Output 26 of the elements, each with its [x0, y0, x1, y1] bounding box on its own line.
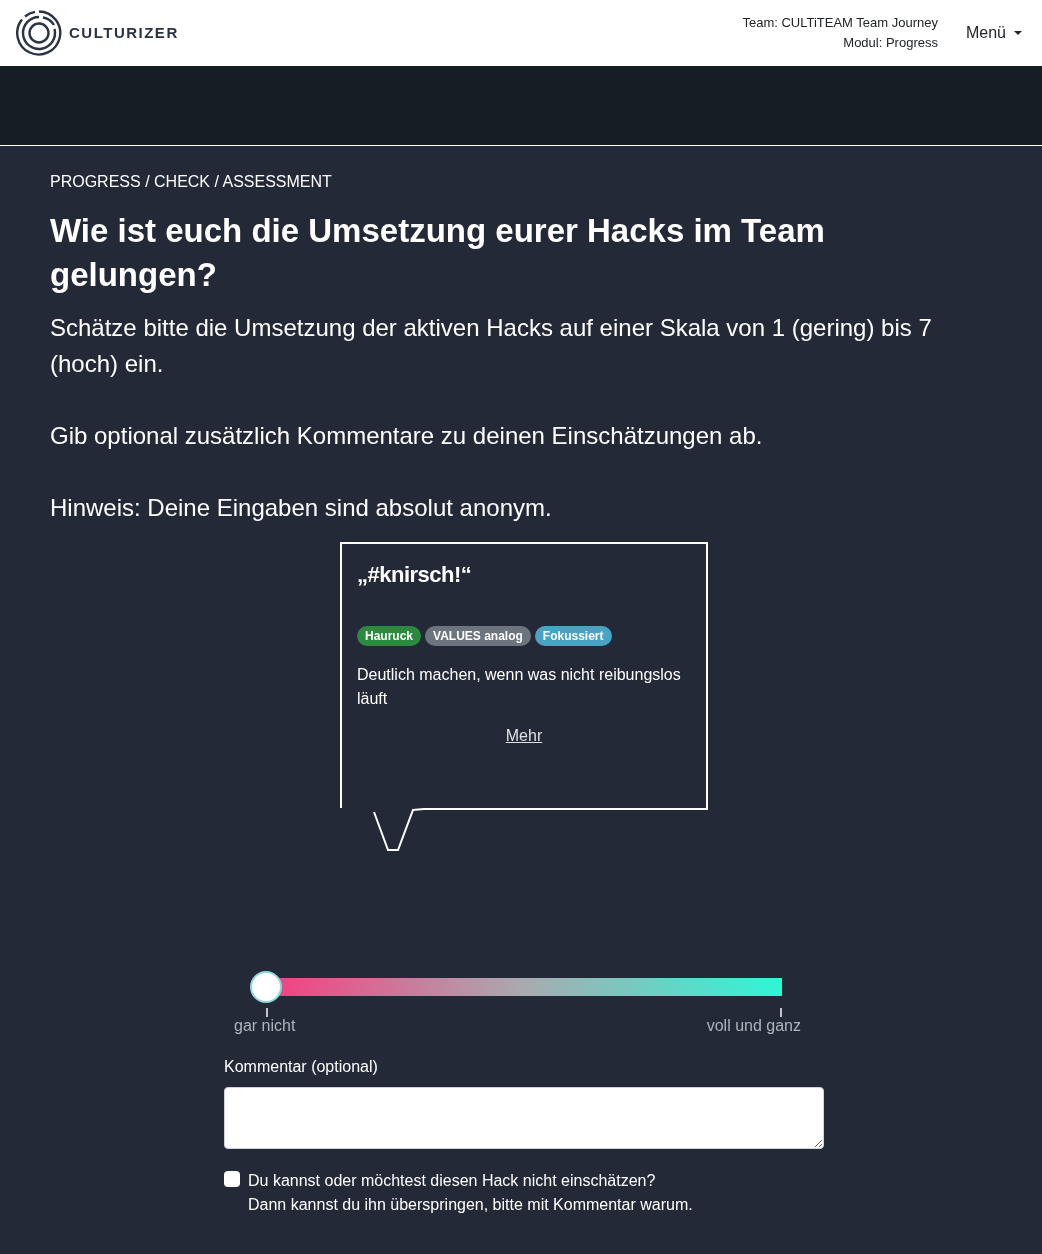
instruction-text: Hinweis: Deine Eingaben sind absolut anonym.	[50, 493, 553, 523]
tick-mark	[266, 1008, 268, 1017]
hack-title: „#knirsch!“	[357, 562, 473, 588]
caret-icon	[1014, 31, 1022, 35]
instruction-text: Gib optional zusätzlich Kommentare zu deinen Einschätzungen ab.	[50, 421, 764, 451]
hack-description: Deutlich machen, wenn was nicht reibungslos läuft	[357, 665, 682, 709]
tag: Fokussiert	[534, 626, 612, 646]
comment-field[interactable]	[224, 1087, 824, 1149]
scale-min-label: gar nicht	[234, 1017, 296, 1035]
more-link[interactable]: Mehr	[505, 726, 543, 746]
instruction-text: Schätze bitte die Umsetzung der aktiven Hacks auf einer Skala von 1 (gering) bis 7 (hoch) ein.	[50, 313, 933, 379]
tag: Hauruck	[357, 626, 422, 646]
module-name: Modul: Progress	[843, 34, 938, 52]
team-name: Team: CULTiTEAM Team Journey	[742, 14, 938, 32]
brand-name: CULTURIZER	[69, 22, 179, 43]
scale-max-label: voll und ganz	[706, 1017, 801, 1035]
skip-checkbox[interactable]	[224, 1171, 240, 1187]
slider-thumb[interactable]	[250, 971, 282, 1003]
logo-rings-icon	[16, 10, 62, 56]
breadcrumb: PROGRESS / CHECK / ASSESSMENT	[50, 172, 333, 192]
menu-button[interactable]: Menü	[965, 15, 1022, 51]
tag: VALUES analog	[425, 626, 531, 646]
skip-label: Du kannst oder möchtest diesen Hack nicht einschätzen? Dann kannst du ihn überspringen, bitte mit Kommentar warum.	[248, 1171, 693, 1215]
tick-mark	[780, 1008, 782, 1017]
comment-label: Kommentar (optional)	[224, 1057, 379, 1077]
page-heading: Wie ist euch die Umsetzung eurer Hacks im Team gelungen?	[50, 211, 826, 295]
